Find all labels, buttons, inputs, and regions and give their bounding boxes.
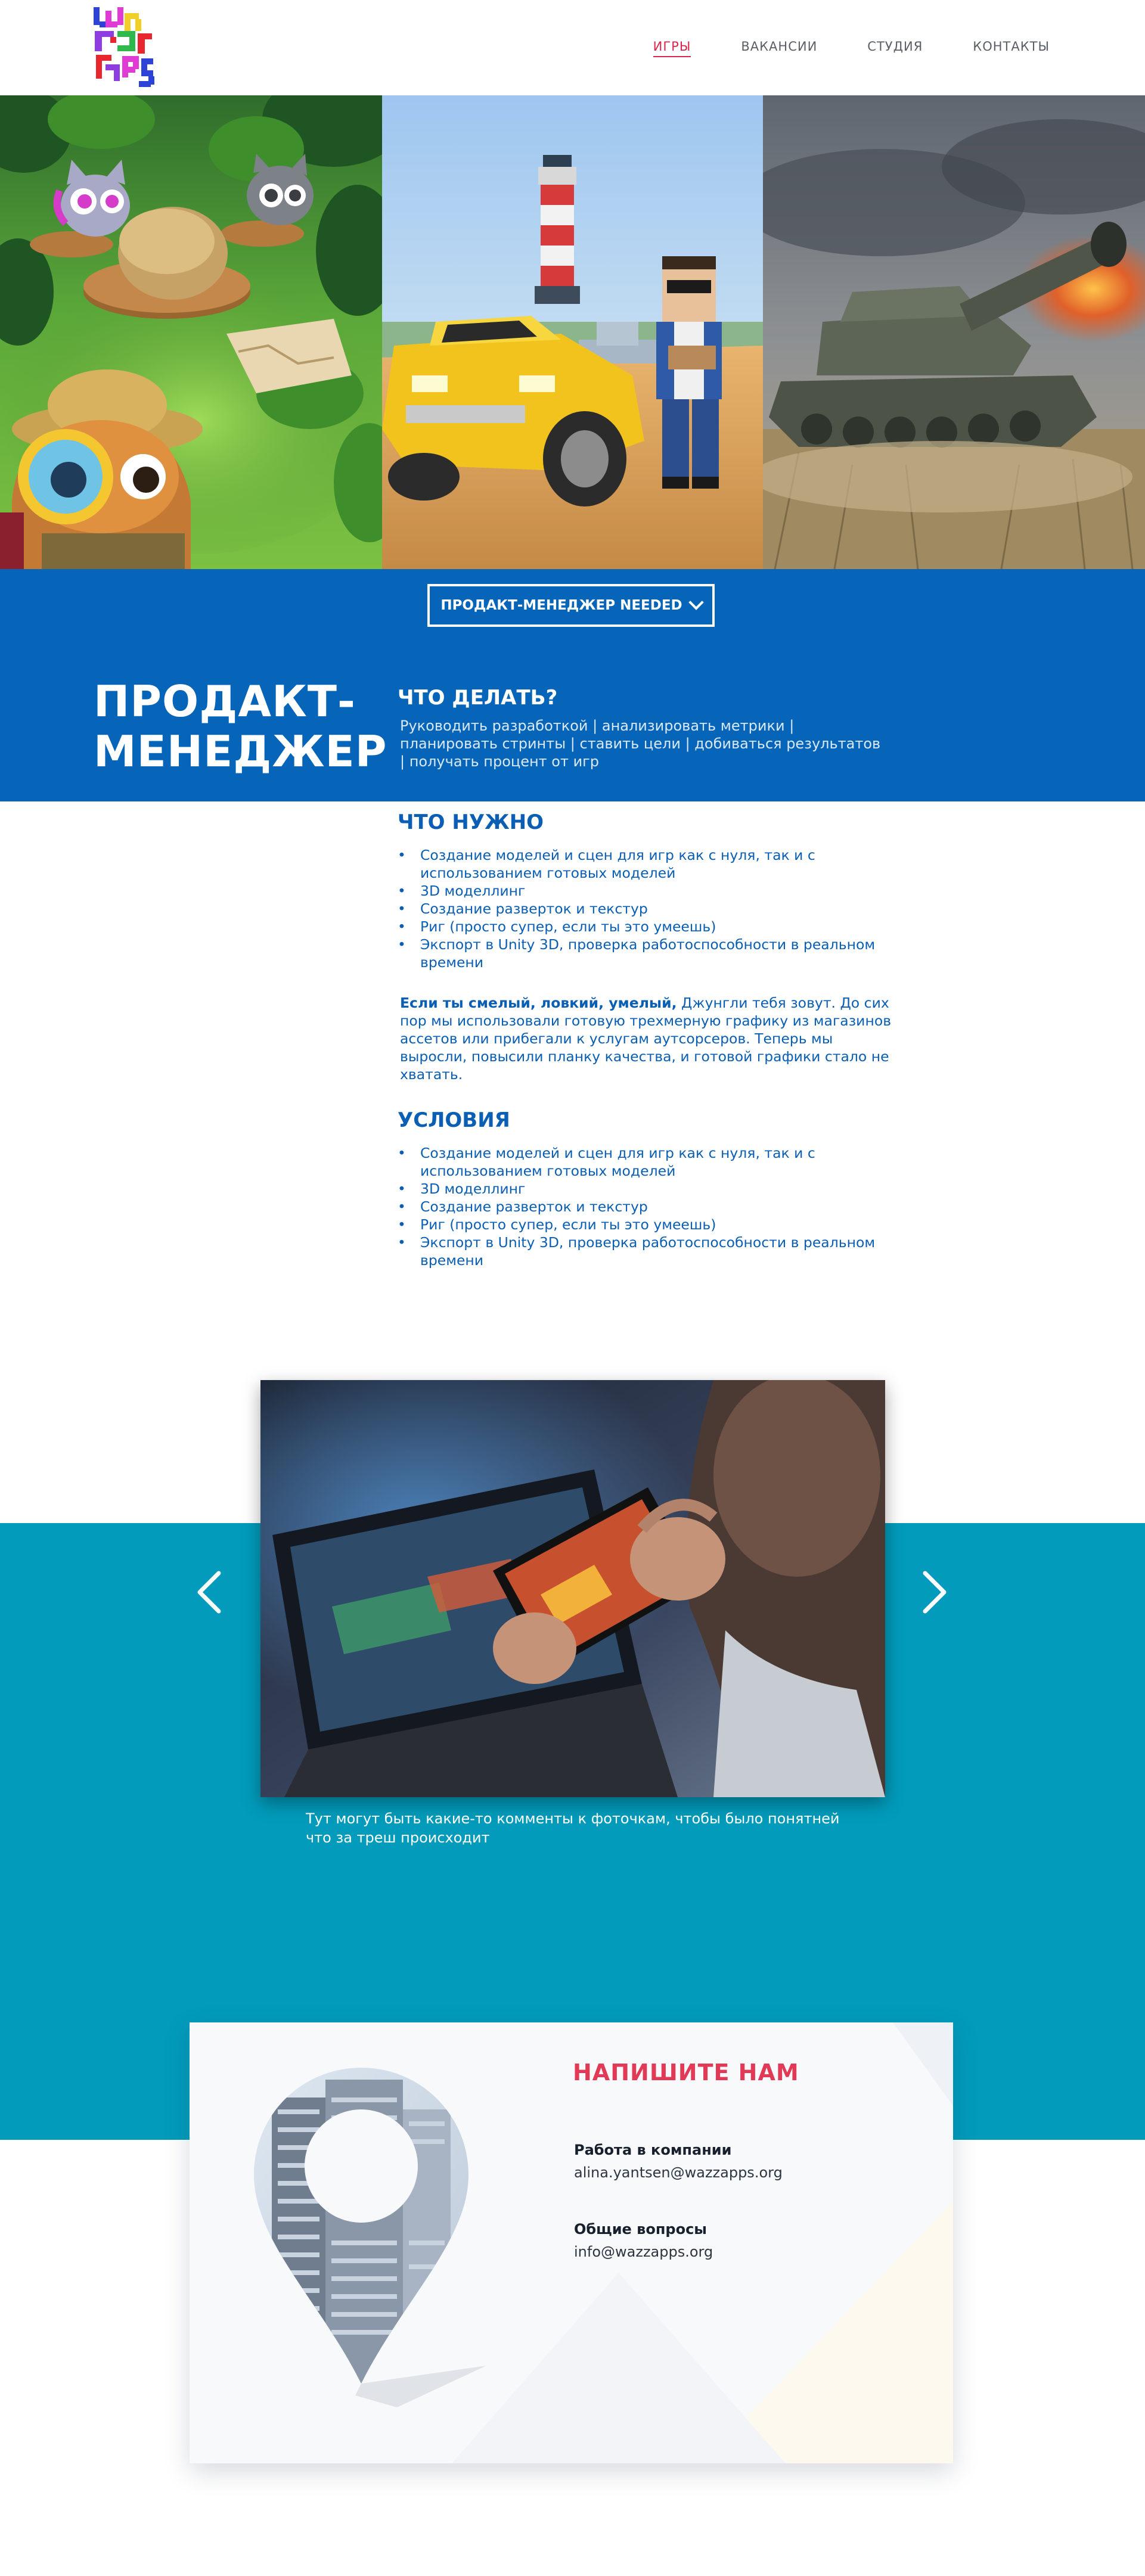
list-item: 3D моделлинг	[398, 882, 898, 900]
list-item: Создание разверток и текстур	[398, 1198, 898, 1216]
nav-item-contacts[interactable]: КОНТАКТЫ	[973, 39, 1050, 57]
nav-item-games[interactable]: ИГРЫ	[653, 39, 691, 57]
game-tile-cats[interactable]	[0, 95, 382, 569]
list-item: Создание моделей и сцен для игр как с ну…	[398, 1144, 898, 1180]
map-pin-icon	[254, 2068, 486, 2407]
general-label: Общие вопросы	[574, 2221, 707, 2238]
chevron-right-icon	[923, 1571, 947, 1614]
vacancy-details: ЧТО НУЖНО Создание моделей и сцен для иг…	[398, 810, 898, 1269]
carousel-photo	[260, 1380, 885, 1797]
carousel-next-button[interactable]	[913, 1568, 955, 1616]
conditions-heading: УСЛОВИЯ	[398, 1108, 510, 1132]
vacancy-title: ПРОДАКТ- МЕНЕДЖЕР	[94, 676, 387, 776]
photo-person-playing-phone	[260, 1380, 885, 1797]
list-item: Создание моделей и сцен для игр как с ну…	[398, 846, 898, 882]
chevron-down-icon	[688, 595, 704, 610]
list-item: Экспорт в Unity 3D, проверка работоспосо…	[398, 936, 898, 971]
main-nav: ИГРЫ ВАКАНСИИ СТУДИЯ КОНТАКТЫ	[653, 39, 1050, 57]
vacancy-select[interactable]: ПРОДАКТ-МЕНЕДЖЕР NEEDED	[427, 584, 715, 627]
vacancy-select-label: ПРОДАКТ-МЕНЕДЖЕР NEEDED	[440, 598, 682, 613]
site-header: ИГРЫ ВАКАНСИИ СТУДИЯ КОНТАКТЫ	[0, 0, 1145, 95]
nav-item-vacancies[interactable]: ВАКАНСИИ	[741, 39, 817, 57]
requirements-list: Создание моделей и сцен для игр как с ну…	[398, 846, 898, 971]
intro-bold: Если ты смелый, ловкий, умелый,	[400, 995, 677, 1011]
contact-heading: НАПИШИТЕ НАМ	[573, 2059, 799, 2086]
photo-caption: Тут могут быть какие-то комменты к фоточ…	[306, 1810, 840, 1846]
list-item: Создание разверток и текстур	[398, 900, 898, 918]
chevron-left-icon	[197, 1571, 221, 1614]
vacancy-title-line1: ПРОДАКТ-	[94, 676, 356, 726]
game-tile-racer[interactable]	[382, 95, 763, 569]
todo-text: Руководить разработкой | анализировать м…	[400, 717, 881, 770]
requirements-heading: ЧТО НУЖНО	[398, 810, 544, 834]
vacancy-title-line2: МЕНЕДЖЕР	[94, 726, 387, 776]
wazzapps-logo[interactable]	[94, 7, 157, 87]
vacancy-band: ПРОДАКТ-МЕНЕДЖЕР NEEDED ПРОДАКТ- МЕНЕДЖЕ…	[0, 569, 1145, 801]
list-item: Экспорт в Unity 3D, проверка работоспосо…	[398, 1233, 898, 1269]
general-email-link[interactable]: info@wazzapps.org	[574, 2243, 713, 2260]
game-art-cats	[0, 95, 382, 569]
game-art-tanks	[763, 95, 1145, 569]
conditions-list: Создание моделей и сцен для игр как с ну…	[398, 1144, 898, 1269]
todo-heading: ЧТО ДЕЛАТЬ?	[398, 686, 558, 710]
list-item: 3D моделлинг	[398, 1180, 898, 1198]
work-email-link[interactable]: alina.yantsen@wazzapps.org	[574, 2164, 783, 2181]
intro-paragraph: Если ты смелый, ловкий, умелый, Джунгли …	[398, 994, 898, 1083]
work-label: Работа в компании	[574, 2142, 732, 2158]
carousel-prev-button[interactable]	[189, 1568, 231, 1616]
game-tiles	[0, 95, 1145, 569]
list-item: Риг (просто супер, если ты это умеешь)	[398, 1216, 898, 1233]
game-tile-tanks[interactable]	[763, 95, 1145, 569]
nav-item-studio[interactable]: СТУДИЯ	[867, 39, 923, 57]
game-art-racer	[382, 95, 763, 569]
list-item: Риг (просто супер, если ты это умеешь)	[398, 918, 898, 936]
contact-card: НАПИШИТЕ НАМ Работа в компании alina.yan…	[190, 2022, 953, 2463]
